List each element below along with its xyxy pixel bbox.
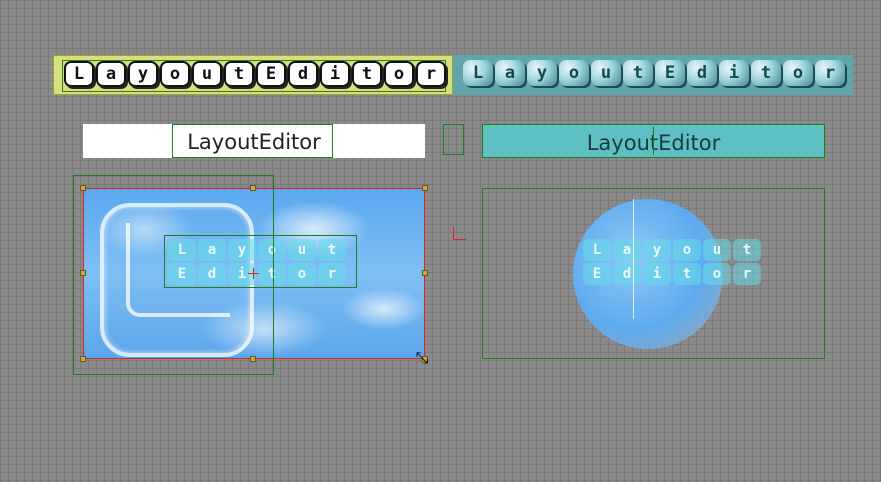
overlay-glyph: d — [613, 263, 641, 285]
resize-handle-t[interactable] — [250, 185, 256, 191]
overlay-glyph: a — [613, 239, 641, 261]
overlay-glyph: o — [703, 263, 731, 285]
banner-light-letter-tile: y — [128, 61, 158, 87]
resize-handle-l[interactable] — [80, 270, 86, 276]
overlay-glyph: E — [583, 263, 611, 285]
image-frame-circle[interactable]: LayoutEditor — [482, 188, 825, 359]
text-caret — [653, 127, 654, 155]
banner-light-letter-tile: i — [320, 61, 350, 87]
banner-light-letters: LayoutEditor — [64, 61, 446, 87]
anchor-corner-marker — [453, 227, 466, 240]
banner-light[interactable]: LayoutEditor — [53, 55, 453, 95]
banner-aqua[interactable]: LayoutEditor — [453, 55, 853, 95]
banner-light-letter-tile: E — [256, 61, 286, 87]
banner-aqua-letter-tile: t — [623, 60, 653, 86]
banner-light-letter-tile: t — [224, 61, 254, 87]
banner-aqua-letter-tile: L — [463, 60, 493, 86]
small-placeholder-box[interactable] — [443, 124, 464, 155]
banner-aqua-letter-tile: o — [783, 60, 813, 86]
banner-light-letter-tile: o — [384, 61, 414, 87]
banner-light-letter-tile: d — [288, 61, 318, 87]
banner-aqua-letter-tile: r — [815, 60, 845, 86]
banner-light-letter-tile: a — [96, 61, 126, 87]
banner-aqua-letter-tile: y — [527, 60, 557, 86]
resize-handle-tr[interactable] — [422, 185, 428, 191]
circle-divider-line — [633, 199, 634, 319]
resize-handle-tl[interactable] — [80, 185, 86, 191]
banner-light-letter-tile: r — [416, 61, 446, 87]
overlay-glyph: o — [673, 239, 701, 261]
circle-overlay-glyphs: LayoutEditor — [583, 239, 761, 285]
resize-diagonal-icon: ⤡ — [415, 348, 429, 367]
banner-aqua-letter-tile: E — [655, 60, 685, 86]
inner-selection-frame[interactable] — [164, 235, 357, 288]
overlay-glyph: t — [673, 263, 701, 285]
banner-light-letter-tile: t — [352, 61, 382, 87]
circular-sky-image: LayoutEditor — [573, 199, 761, 349]
resize-handle-bl[interactable] — [80, 356, 86, 362]
text-label-teal[interactable]: LayoutEditor — [482, 124, 825, 158]
overlay-glyph: u — [703, 239, 731, 261]
overlay-glyph: i — [643, 263, 671, 285]
overlay-glyph: r — [733, 263, 761, 285]
banner-aqua-letter-tile: t — [751, 60, 781, 86]
banner-aqua-letter-tile: i — [719, 60, 749, 86]
banner-aqua-letter-tile: a — [495, 60, 525, 86]
overlay-glyph: t — [733, 239, 761, 261]
resize-handle-r[interactable] — [422, 270, 428, 276]
overlay-glyph: y — [643, 239, 671, 261]
banner-aqua-letters: LayoutEditor — [463, 60, 845, 86]
crosshair-icon[interactable] — [248, 268, 259, 279]
banner-light-letter-tile: o — [160, 61, 190, 87]
banner-aqua-letter-tile: o — [559, 60, 589, 86]
banner-light-letter-tile: u — [192, 61, 222, 87]
text-label-selection — [172, 124, 333, 158]
banner-aqua-letter-tile: u — [591, 60, 621, 86]
banner-light-letter-tile: L — [64, 61, 94, 87]
resize-handle-b[interactable] — [250, 356, 256, 362]
banner-aqua-letter-tile: d — [687, 60, 717, 86]
overlay-glyph: L — [583, 239, 611, 261]
